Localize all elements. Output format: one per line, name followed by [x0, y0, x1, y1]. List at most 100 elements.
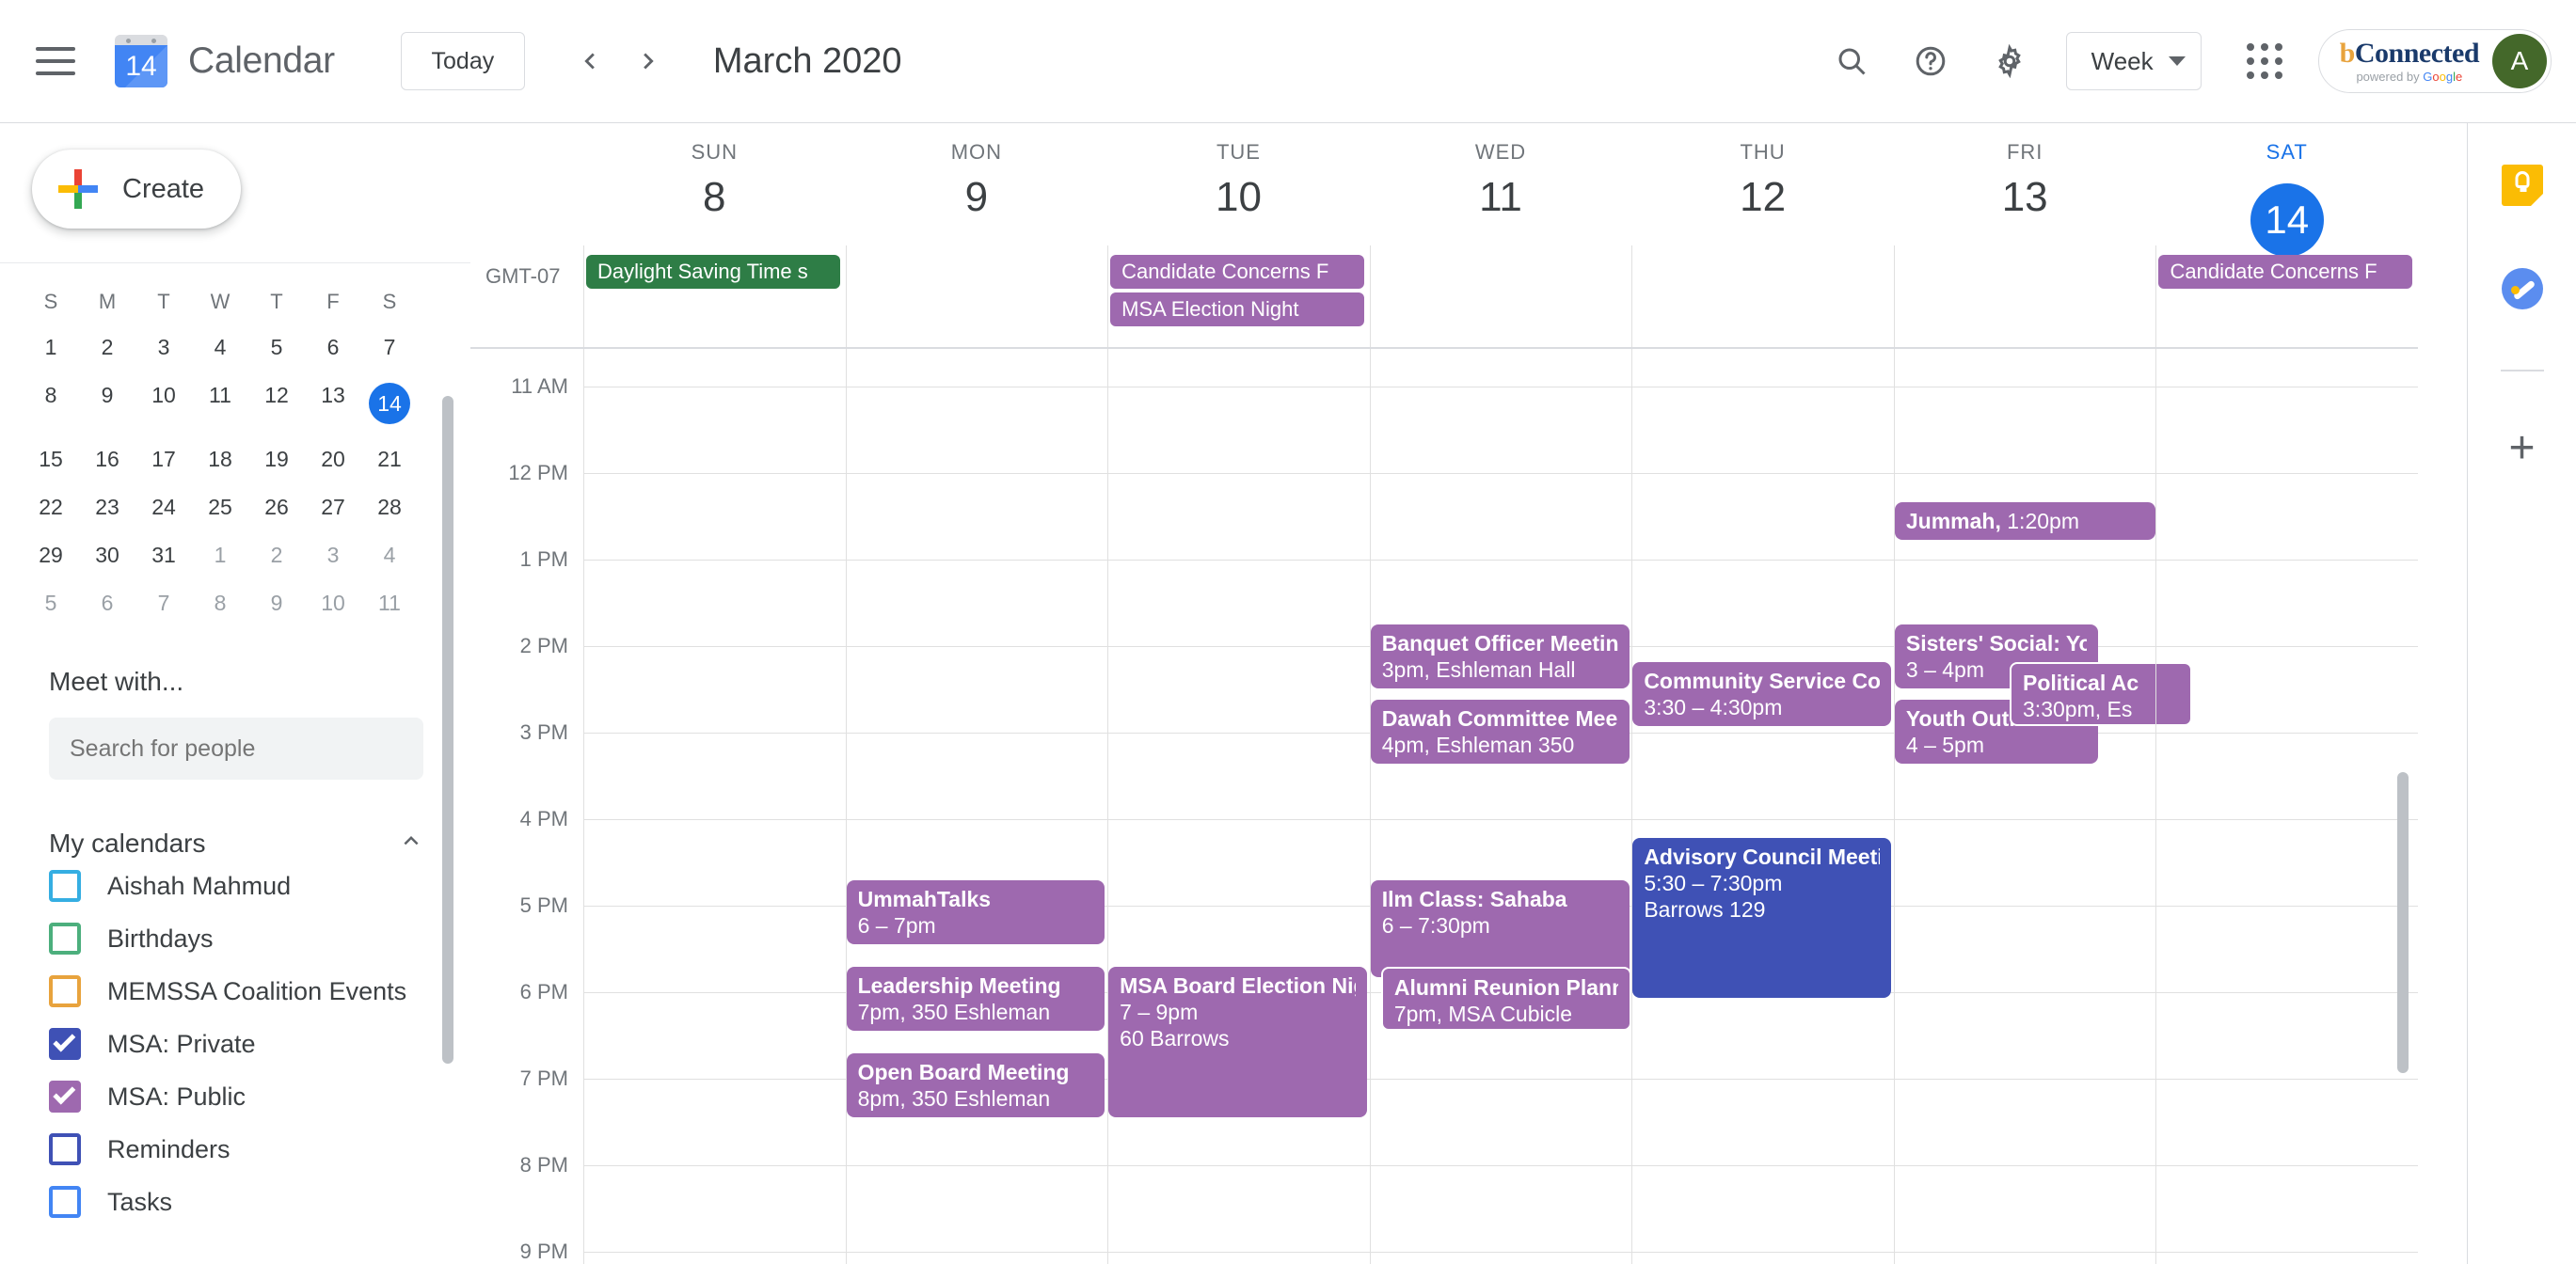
mini-calendar-day[interactable]: 27 [305, 483, 361, 531]
mini-calendar-day[interactable]: 19 [248, 435, 305, 483]
day-header-number[interactable]: 9 [846, 174, 1108, 221]
day-header[interactable]: WED11 [1370, 123, 1632, 245]
mini-calendar-day[interactable]: 18 [192, 435, 248, 483]
mini-calendar-day[interactable]: 9 [79, 371, 135, 435]
meet-with-search[interactable] [49, 718, 423, 780]
calendar-checkbox[interactable] [49, 1133, 81, 1165]
mini-calendar-day[interactable]: 7 [135, 579, 192, 627]
calendar-list-item[interactable]: Birthdays [49, 912, 470, 965]
calendar-event[interactable]: Jummah, 1:20pm [1895, 502, 2156, 540]
all-day-event[interactable]: Daylight Saving Time s [586, 255, 840, 289]
day-header-number[interactable]: 8 [583, 174, 846, 221]
gear-icon[interactable] [1979, 30, 2041, 92]
mini-calendar-day[interactable]: 4 [192, 324, 248, 371]
mini-calendar-day[interactable]: 13 [305, 371, 361, 435]
mini-calendar-day[interactable]: 25 [192, 483, 248, 531]
mini-calendar-day[interactable]: 26 [248, 483, 305, 531]
avatar[interactable]: A [2492, 34, 2547, 88]
grid-scrollbar[interactable] [2397, 772, 2409, 1073]
calendar-event[interactable]: Banquet Officer Meetin3pm, Eshleman Hall [1371, 624, 1630, 688]
mini-calendar-day[interactable]: 4 [361, 531, 418, 579]
calendar-event[interactable]: Dawah Committee Mee4pm, Eshleman 350 [1371, 700, 1630, 764]
mini-calendar-day[interactable]: 6 [79, 579, 135, 627]
all-day-event[interactable]: Candidate Concerns F [1110, 255, 1364, 289]
calendar-logo[interactable]: 14 Calendar [115, 35, 335, 87]
calendar-checkbox[interactable] [49, 870, 81, 902]
calendar-checkbox[interactable] [49, 923, 81, 955]
mini-calendar-day[interactable]: 15 [23, 435, 79, 483]
calendar-event[interactable]: UmmahTalks6 – 7pm [847, 880, 1105, 944]
mini-calendar-day[interactable]: 3 [135, 324, 192, 371]
add-ons-plus-icon[interactable]: + [2508, 426, 2535, 471]
mini-calendar-day[interactable]: 22 [23, 483, 79, 531]
mini-calendar-day[interactable]: 28 [361, 483, 418, 531]
mini-calendar-day[interactable]: 20 [305, 435, 361, 483]
mini-calendar-day[interactable]: 8 [192, 579, 248, 627]
all-day-column[interactable]: Candidate Concerns FMSA Election Night [1107, 245, 1370, 347]
calendar-checkbox[interactable] [49, 975, 81, 1007]
mini-calendar-day[interactable]: 10 [305, 579, 361, 627]
day-header[interactable]: MON9 [846, 123, 1108, 245]
mini-calendar-day[interactable]: 7 [361, 324, 418, 371]
mini-calendar-day[interactable]: 16 [79, 435, 135, 483]
day-header[interactable]: FRI13 [1894, 123, 2156, 245]
calendar-checkbox[interactable] [49, 1186, 81, 1218]
mini-calendar-day[interactable]: 14 [361, 371, 418, 435]
chevron-up-icon[interactable] [397, 827, 425, 860]
previous-week-icon[interactable] [561, 32, 619, 90]
sidebar-scrollbar[interactable] [442, 396, 453, 1064]
day-header-number[interactable]: 13 [1894, 174, 2156, 221]
mini-calendar-day[interactable]: 17 [135, 435, 192, 483]
day-column[interactable]: Jummah, 1:20pmSisters' Social: Yog3 – 4p… [1894, 349, 2156, 1264]
calendar-list-item[interactable]: MSA: Private [49, 1018, 470, 1070]
day-header[interactable]: SAT14 [2155, 123, 2418, 245]
mini-calendar-day[interactable]: 12 [248, 371, 305, 435]
main-menu-icon[interactable] [36, 47, 75, 75]
day-column[interactable] [583, 349, 846, 1264]
all-day-column[interactable] [1370, 245, 1632, 347]
create-button[interactable]: Create [32, 150, 241, 229]
mini-calendar-day[interactable]: 6 [305, 324, 361, 371]
all-day-column[interactable]: Candidate Concerns F [2155, 245, 2418, 347]
mini-calendar-day[interactable]: 1 [192, 531, 248, 579]
mini-calendar-day[interactable]: 2 [248, 531, 305, 579]
calendar-event[interactable]: Advisory Council Meeting5:30 – 7:30pmBar… [1632, 838, 1891, 998]
keep-icon[interactable] [2500, 163, 2545, 208]
mini-calendar-day[interactable]: 2 [79, 324, 135, 371]
day-header[interactable]: THU12 [1631, 123, 1894, 245]
day-header[interactable]: SUN8 [583, 123, 846, 245]
day-column[interactable]: UmmahTalks6 – 7pm Leadership Meeting7pm, … [846, 349, 1108, 1264]
mini-calendar-day[interactable]: 21 [361, 435, 418, 483]
all-day-event[interactable]: Candidate Concerns F [2158, 255, 2412, 289]
day-column[interactable]: Community Service Co3:30 – 4:30pmAdvisor… [1631, 349, 1894, 1264]
mini-calendar-day[interactable]: 5 [248, 324, 305, 371]
mini-calendar-day[interactable]: 11 [192, 371, 248, 435]
mini-calendar-day[interactable]: 29 [23, 531, 79, 579]
day-header[interactable]: TUE10 [1107, 123, 1370, 245]
mini-calendar-day[interactable]: 10 [135, 371, 192, 435]
calendar-event[interactable]: Alumni Reunion Plann7pm, MSA Cubicle [1381, 967, 1631, 1031]
next-week-icon[interactable] [619, 32, 677, 90]
calendar-checkbox[interactable] [49, 1081, 81, 1113]
all-day-column[interactable] [1894, 245, 2156, 347]
calendar-event[interactable]: Leadership Meeting7pm, 350 Eshleman [847, 967, 1105, 1031]
mini-calendar-day[interactable]: 23 [79, 483, 135, 531]
mini-calendar-day[interactable]: 24 [135, 483, 192, 531]
view-selector[interactable]: Week [2066, 32, 2202, 90]
calendar-list-item[interactable]: Reminders [49, 1123, 470, 1176]
google-apps-icon[interactable] [2247, 43, 2282, 79]
mini-calendar-day[interactable]: 3 [305, 531, 361, 579]
all-day-column[interactable] [1631, 245, 1894, 347]
mini-calendar-day[interactable]: 1 [23, 324, 79, 371]
mini-calendar-day[interactable]: 30 [79, 531, 135, 579]
calendar-list-item[interactable]: Aishah Mahmud [49, 860, 470, 912]
all-day-column[interactable]: Daylight Saving Time s [583, 245, 846, 347]
mini-calendar-day[interactable]: 8 [23, 371, 79, 435]
mini-calendar-day[interactable]: 11 [361, 579, 418, 627]
day-column[interactable] [2155, 349, 2418, 1264]
calendar-list-item[interactable]: MSA: Public [49, 1070, 470, 1123]
mini-calendar-day[interactable]: 5 [23, 579, 79, 627]
day-header-number[interactable]: 11 [1370, 174, 1632, 221]
today-button[interactable]: Today [401, 32, 525, 90]
calendar-checkbox[interactable] [49, 1028, 81, 1060]
